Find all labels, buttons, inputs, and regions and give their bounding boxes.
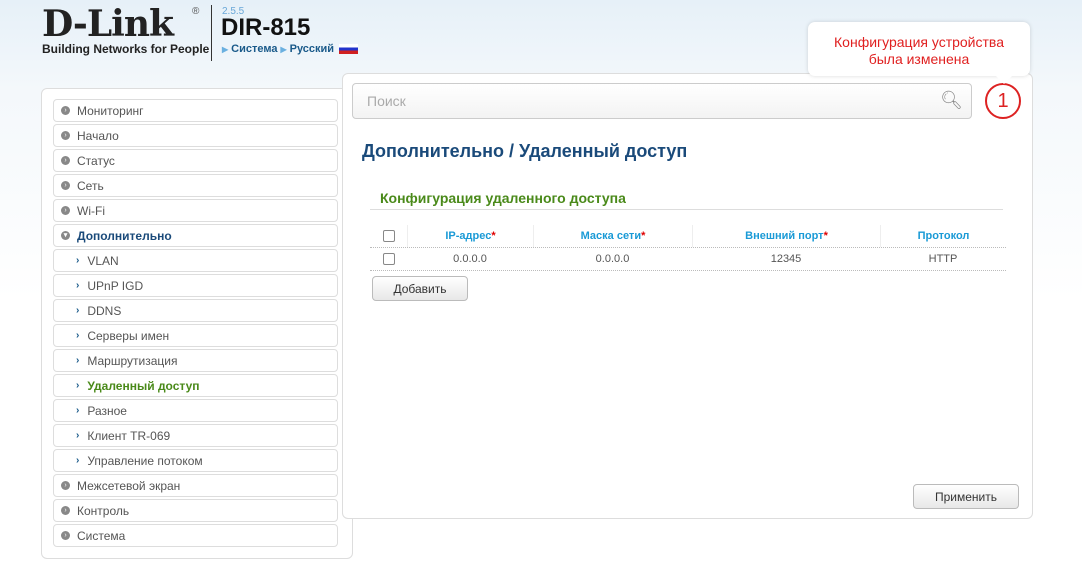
sidebar-item[interactable]: › UPnP IGD bbox=[53, 274, 338, 297]
chevron-right-circle-icon: › bbox=[61, 506, 70, 515]
chevron-right-circle-icon: › bbox=[61, 156, 70, 165]
logo-registered: ® bbox=[192, 6, 200, 17]
notification-tooltip: Конфигурация устройства была изменена bbox=[808, 22, 1030, 84]
chevron-right-circle-icon: › bbox=[61, 131, 70, 140]
chevron-right-icon: › bbox=[76, 330, 80, 341]
sidebar-item-label: UPnP IGD bbox=[87, 278, 144, 293]
table-header: IP-адрес * Маска сети * Внешний порт * Прот… bbox=[370, 225, 1006, 248]
chevron-right-icon: › bbox=[76, 305, 80, 316]
page-title: Дополнительно / Удаленный доступ bbox=[362, 141, 688, 161]
logo-tagline: Building Networks for People bbox=[42, 42, 210, 56]
cell-mask: 0.0.0.0 bbox=[595, 253, 630, 265]
triangle-icon: ▶ bbox=[280, 44, 287, 54]
sidebar-item[interactable]: › Разное bbox=[53, 399, 338, 422]
system-link[interactable]: Система bbox=[231, 43, 277, 55]
sidebar-item[interactable]: › DDNS bbox=[53, 299, 338, 322]
sidebar-item[interactable]: › Маршрутизация bbox=[53, 349, 338, 372]
sidebar-item-label: VLAN bbox=[87, 253, 119, 268]
sidebar-item[interactable]: › Начало bbox=[53, 124, 338, 147]
chevron-right-circle-icon: › bbox=[61, 181, 70, 190]
search-placeholder: Поиск bbox=[367, 93, 406, 109]
sidebar-item[interactable]: › Сеть bbox=[53, 174, 338, 197]
select-all-checkbox[interactable] bbox=[382, 230, 395, 242]
triangle-icon: ▶ bbox=[222, 44, 229, 54]
table-row[interactable]: 0.0.0.0 0.0.0.0 12345 HTTP bbox=[370, 248, 1006, 271]
sidebar-item[interactable]: › Статус bbox=[53, 149, 338, 172]
chevron-down-circle-icon: ▾ bbox=[61, 231, 70, 240]
chevron-right-icon: › bbox=[76, 355, 80, 366]
sidebar-item[interactable]: › Межсетевой экран bbox=[53, 474, 338, 497]
sidebar-item-label: Контроль bbox=[77, 503, 130, 518]
chevron-right-icon: › bbox=[76, 430, 80, 441]
chevron-right-icon: › bbox=[76, 280, 80, 291]
sidebar-item-label: Разное bbox=[87, 403, 127, 418]
sidebar-item[interactable]: › Система bbox=[53, 524, 338, 547]
sidebar-item-label: Система bbox=[77, 528, 126, 543]
sidebar-item-label: Управление потоком bbox=[87, 453, 203, 468]
chevron-right-icon: › bbox=[76, 455, 80, 466]
cell-ip: 0.0.0.0 bbox=[453, 253, 487, 265]
cell-protocol: HTTP bbox=[928, 253, 958, 265]
sidebar-item[interactable]: › Wi-Fi bbox=[53, 199, 338, 222]
tooltip-line1: Конфигурация устройства bbox=[834, 34, 1004, 50]
header-mask: Маска сети * bbox=[533, 225, 692, 247]
chevron-right-icon: › bbox=[76, 255, 80, 266]
sidebar-item-label: Дополнительно bbox=[77, 228, 172, 243]
search-input[interactable]: Поиск bbox=[352, 83, 972, 119]
chevron-right-icon: › bbox=[76, 380, 80, 391]
device-model: DIR-815 bbox=[221, 14, 311, 41]
dlink-logo: D-Link ® Building Networks for People bbox=[42, 6, 209, 56]
sidebar-item[interactable]: › Управление потоком bbox=[53, 449, 338, 472]
chevron-right-circle-icon: › bbox=[61, 106, 70, 115]
sidebar-item-label: Серверы имен bbox=[87, 328, 170, 343]
sidebar-item-label: Удаленный доступ bbox=[87, 378, 200, 393]
sidebar-item-label: Начало bbox=[77, 128, 119, 143]
chevron-right-circle-icon: › bbox=[61, 481, 70, 490]
header-divider bbox=[211, 5, 212, 61]
add-button[interactable]: Добавить bbox=[372, 276, 468, 301]
sidebar-item[interactable]: › Контроль bbox=[53, 499, 338, 522]
header-ip: IP-адрес * bbox=[407, 225, 533, 247]
sidebar-item-label: Клиент TR-069 bbox=[87, 428, 171, 443]
sidebar-item[interactable]: › Удаленный доступ bbox=[53, 374, 338, 397]
row-checkbox[interactable] bbox=[382, 253, 395, 265]
sidebar-item[interactable]: ▾ Дополнительно bbox=[53, 224, 338, 247]
tooltip-line2: была изменена bbox=[868, 51, 970, 67]
section-title: Конфигурация удаленного доступа bbox=[380, 190, 626, 206]
chevron-right-circle-icon: › bbox=[61, 531, 70, 540]
chevron-right-icon: › bbox=[76, 405, 80, 416]
sidebar-item-label: Мониторинг bbox=[77, 103, 144, 118]
russian-flag-icon[interactable] bbox=[339, 44, 359, 54]
sidebar-item[interactable]: › Серверы имен bbox=[53, 324, 338, 347]
apply-button[interactable]: Применить bbox=[913, 484, 1019, 509]
sidebar-item[interactable]: › Клиент TR-069 bbox=[53, 424, 338, 447]
sidebar-menu: › Мониторинг › Начало › Статус › Сеть › Wi-Fi ▾ Доп… bbox=[41, 88, 353, 559]
sidebar-item-label: Межсетевой экран bbox=[77, 478, 181, 493]
language-link[interactable]: Русский bbox=[290, 43, 334, 55]
header-protocol: Протокол bbox=[880, 225, 1006, 247]
sidebar-item-label: Статус bbox=[77, 153, 115, 168]
notification-count[interactable]: 1 bbox=[985, 83, 1021, 119]
sidebar-item[interactable]: › VLAN bbox=[53, 249, 338, 272]
cell-port: 12345 bbox=[770, 253, 802, 265]
search-icon[interactable]: 🔍︎ bbox=[940, 90, 963, 111]
logo-brand: D-Link bbox=[42, 3, 174, 45]
header-links: ▶ Система ▶ Русский bbox=[222, 43, 359, 55]
header-port: Внешний порт * bbox=[692, 225, 880, 247]
sidebar-item-label: Сеть bbox=[77, 178, 104, 193]
sidebar-item[interactable]: › Мониторинг bbox=[53, 99, 338, 122]
section-divider bbox=[370, 209, 1003, 210]
sidebar-item-label: Wi-Fi bbox=[77, 203, 105, 218]
sidebar-item-label: Маршрутизация bbox=[87, 353, 178, 368]
sidebar-item-label: DDNS bbox=[87, 303, 122, 318]
chevron-right-circle-icon: › bbox=[61, 206, 70, 215]
